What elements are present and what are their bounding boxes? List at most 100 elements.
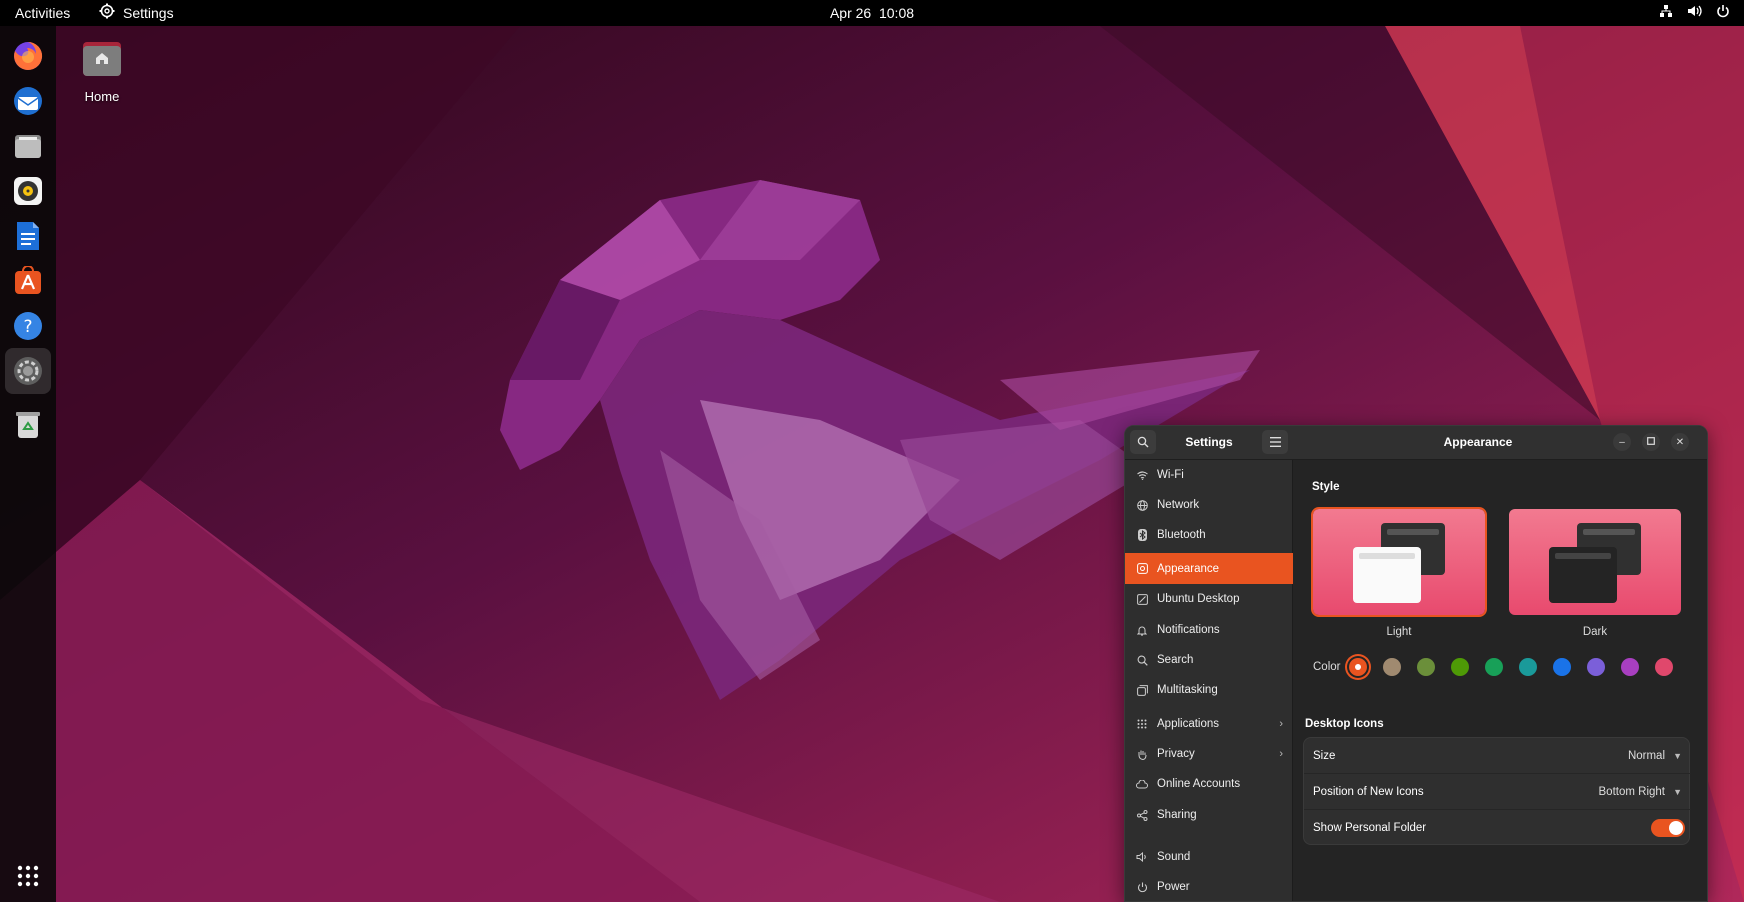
app-grid-icon — [17, 865, 39, 887]
style-section-title: Style — [1312, 481, 1340, 493]
app-menu-label: Settings — [123, 4, 174, 21]
speaker-icon — [1135, 852, 1149, 862]
top-bar: Activities Settings Apr 26 10:08 — [0, 0, 1744, 26]
clock-button[interactable]: Apr 26 10:08 — [830, 5, 914, 21]
network-globe-icon — [1135, 499, 1149, 511]
sidebar-item-privacy[interactable]: Privacy › — [1125, 739, 1293, 769]
sidebar-item-label: Notifications — [1157, 624, 1220, 636]
color-label: Color — [1313, 661, 1341, 673]
dock-rhythmbox[interactable] — [8, 171, 48, 211]
sidebar-item-label: Applications — [1157, 718, 1220, 730]
sidebar-item-label: Online Accounts — [1157, 778, 1241, 790]
accent-color-swatch[interactable] — [1383, 658, 1401, 676]
accent-color-swatch[interactable] — [1655, 658, 1673, 676]
share-icon — [1135, 809, 1149, 821]
dock-help[interactable]: ? — [8, 306, 48, 346]
size-row[interactable]: Size Normal ▼ — [1304, 738, 1691, 774]
sidebar-item-search[interactable]: Search — [1125, 645, 1293, 675]
accent-color-swatch[interactable] — [1451, 658, 1469, 676]
trash-icon — [16, 412, 40, 438]
style-light-option[interactable] — [1311, 507, 1487, 617]
chevron-down-icon: ▼ — [1673, 751, 1682, 761]
help-icon: ? — [14, 312, 42, 340]
thunderbird-icon — [14, 87, 42, 115]
appearance-icon — [1135, 563, 1149, 574]
dock-settings[interactable] — [5, 348, 51, 394]
clock: Apr 26 10:08 — [0, 5, 1744, 21]
show-folder-toggle[interactable] — [1651, 819, 1685, 837]
sidebar-menu-button[interactable] — [1262, 430, 1288, 454]
accent-color-swatch[interactable] — [1485, 658, 1503, 676]
bluetooth-icon — [1135, 529, 1149, 541]
show-folder-row: Show Personal Folder — [1304, 809, 1691, 845]
sidebar-item-label: Sound — [1157, 851, 1191, 863]
position-row[interactable]: Position of New Icons Bottom Right ▼ — [1304, 773, 1691, 809]
date-label: Apr 26 — [829, 5, 872, 21]
size-label: Size — [1313, 750, 1336, 762]
sidebar-item-power[interactable]: Power — [1125, 872, 1293, 901]
power-icon — [1135, 882, 1149, 893]
chevron-right-icon: › — [1279, 718, 1283, 730]
bell-icon — [1135, 625, 1149, 636]
network-icon — [1659, 4, 1673, 21]
accent-color-swatch[interactable] — [1587, 658, 1605, 676]
content-header: Appearance – ✕ — [1293, 426, 1707, 460]
dock-writer[interactable] — [8, 216, 48, 256]
position-label: Position of New Icons — [1313, 785, 1424, 798]
sidebar-item-sharing[interactable]: Sharing — [1125, 800, 1293, 830]
dock-files[interactable] — [8, 126, 48, 166]
accent-color-swatch[interactable] — [1349, 658, 1367, 676]
files-icon — [15, 135, 41, 158]
sidebar-item-label: Network — [1157, 499, 1200, 511]
sidebar-item-notifications[interactable]: Notifications — [1125, 615, 1293, 645]
sidebar-item-applications[interactable]: Applications › — [1125, 709, 1293, 739]
accent-color-swatch[interactable] — [1621, 658, 1639, 676]
accent-color-swatch[interactable] — [1417, 658, 1435, 676]
app-menu-button[interactable]: Settings — [99, 3, 174, 22]
maximize-button[interactable] — [1642, 433, 1660, 451]
close-button[interactable]: ✕ — [1671, 433, 1689, 451]
activities-button[interactable]: Activities — [15, 5, 70, 21]
accent-color-swatch[interactable] — [1519, 658, 1537, 676]
position-value: Bottom Right — [1598, 785, 1665, 798]
dock-firefox[interactable] — [8, 36, 48, 76]
sidebar-item-label: Wi-Fi — [1157, 469, 1184, 481]
style-dark-option[interactable] — [1509, 509, 1681, 615]
dock: ? — [0, 26, 56, 902]
sidebar-item-appearance[interactable]: Appearance — [1125, 553, 1293, 584]
sidebar-item-multitasking[interactable]: Multitasking — [1125, 675, 1293, 705]
sidebar-item-network[interactable]: Network — [1125, 490, 1293, 520]
minimize-button[interactable]: – — [1613, 433, 1631, 451]
show-apps-button[interactable] — [8, 856, 48, 896]
sidebar-item-label: Search — [1157, 654, 1194, 666]
settings-window: Settings Wi-Fi Network Bluetooth Appeara… — [1124, 425, 1708, 902]
hand-icon — [1135, 749, 1149, 760]
home-folder-icon — [83, 42, 121, 76]
power-icon — [1716, 4, 1730, 21]
dock-trash[interactable] — [8, 404, 48, 444]
close-icon: ✕ — [1675, 436, 1685, 448]
system-tray[interactable] — [1659, 4, 1730, 21]
style-dark-label: Dark — [1582, 626, 1608, 638]
firefox-icon — [14, 41, 43, 70]
sidebar-item-label: Privacy — [1157, 748, 1195, 760]
light-style-preview — [1313, 509, 1485, 615]
desktop-icons-section-title: Desktop Icons — [1305, 718, 1384, 730]
sidebar-item-bluetooth[interactable]: Bluetooth — [1125, 520, 1293, 550]
search-icon — [1135, 655, 1149, 666]
dock-app-center[interactable] — [8, 261, 48, 301]
sidebar-item-online-accounts[interactable]: Online Accounts — [1125, 769, 1293, 799]
desktop-home[interactable]: Home — [76, 40, 128, 104]
sidebar-item-ubuntu-desktop[interactable]: Ubuntu Desktop — [1125, 584, 1293, 614]
sidebar-item-label: Power — [1157, 881, 1190, 893]
accent-color-swatch[interactable] — [1553, 658, 1571, 676]
sidebar-item-sound[interactable]: Sound — [1125, 842, 1293, 872]
chevron-right-icon: › — [1279, 748, 1283, 760]
sidebar-item-wifi[interactable]: Wi-Fi — [1125, 460, 1293, 490]
sidebar-item-label: Appearance — [1157, 562, 1220, 575]
svg-text:?: ? — [23, 317, 32, 337]
sidebar-item-label: Multitasking — [1157, 684, 1218, 696]
rhythmbox-icon — [14, 177, 42, 205]
cloud-icon — [1135, 779, 1149, 789]
dock-thunderbird[interactable] — [8, 81, 48, 121]
